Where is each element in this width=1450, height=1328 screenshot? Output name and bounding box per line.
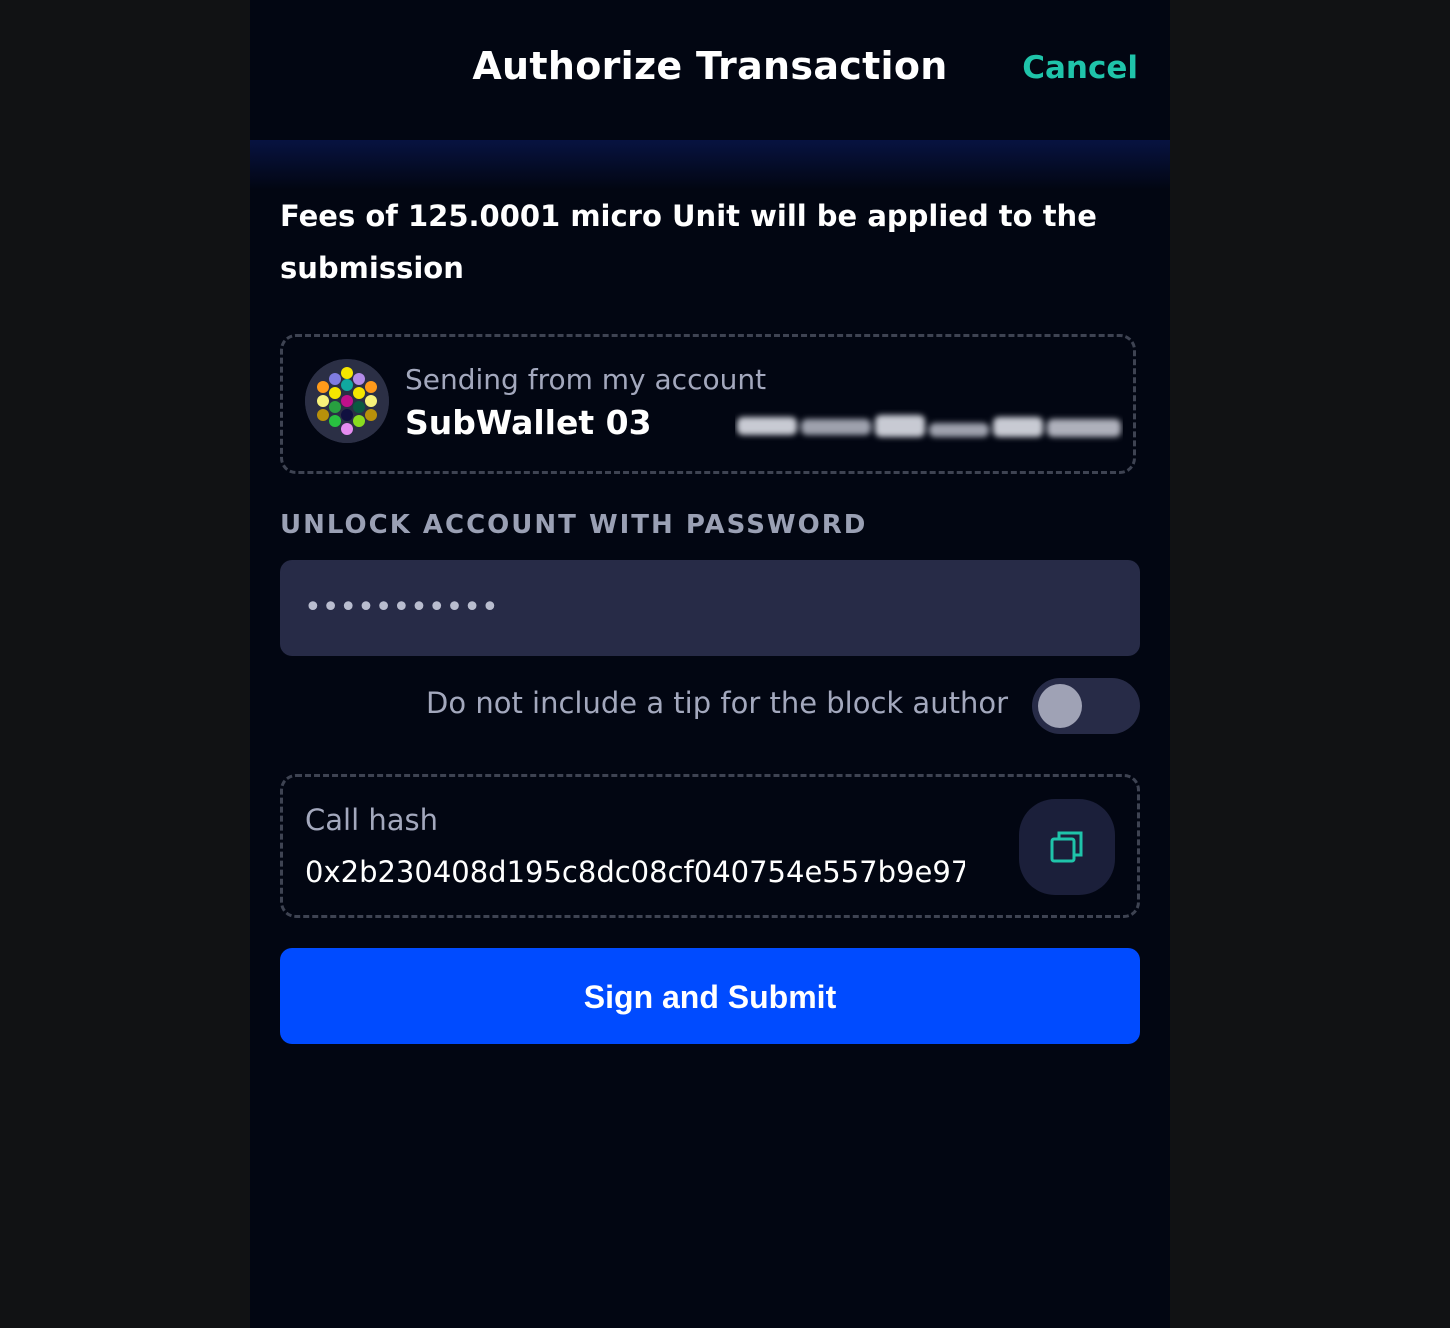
cancel-button[interactable]: Cancel bbox=[1022, 50, 1138, 86]
blurred-address bbox=[735, 409, 1123, 445]
sender-account-label: Sending from my account bbox=[405, 363, 767, 396]
call-hash-label: Call hash bbox=[305, 803, 438, 837]
sender-account-name: SubWallet 03 bbox=[405, 403, 652, 442]
tip-toggle-label: Do not include a tip for the block autho… bbox=[426, 686, 1008, 720]
password-section-label: UNLOCK ACCOUNT WITH PASSWORD bbox=[280, 510, 868, 540]
copy-icon bbox=[1050, 831, 1083, 863]
sign-and-submit-button[interactable]: Sign and Submit bbox=[280, 948, 1140, 1044]
header: Authorize Transaction Cancel bbox=[250, 0, 1170, 140]
call-hash-card: Call hash 0x2b230408d195c8dc08cf040754e5… bbox=[280, 774, 1140, 918]
password-input[interactable]: ••••••••••• bbox=[280, 560, 1140, 656]
authorize-panel: Authorize Transaction Cancel Fees of 125… bbox=[250, 0, 1170, 1328]
header-divider-glow bbox=[250, 140, 1170, 190]
tip-toggle-knob bbox=[1038, 684, 1082, 728]
tip-setting-row: Do not include a tip for the block autho… bbox=[280, 676, 1140, 736]
identicon-avatar bbox=[305, 359, 389, 443]
call-hash-value: 0x2b230408d195c8dc08cf040754e557b9e97... bbox=[305, 855, 965, 889]
tip-toggle[interactable] bbox=[1032, 678, 1140, 734]
sender-account-card: Sending from my account SubWallet 03 bbox=[280, 334, 1136, 474]
identicon-icon bbox=[305, 359, 389, 443]
blurred-address-icon bbox=[737, 415, 1121, 437]
copy-hash-button[interactable] bbox=[1019, 799, 1115, 895]
fees-notice: Fees of 125.0001 micro Unit will be appl… bbox=[280, 199, 1097, 285]
